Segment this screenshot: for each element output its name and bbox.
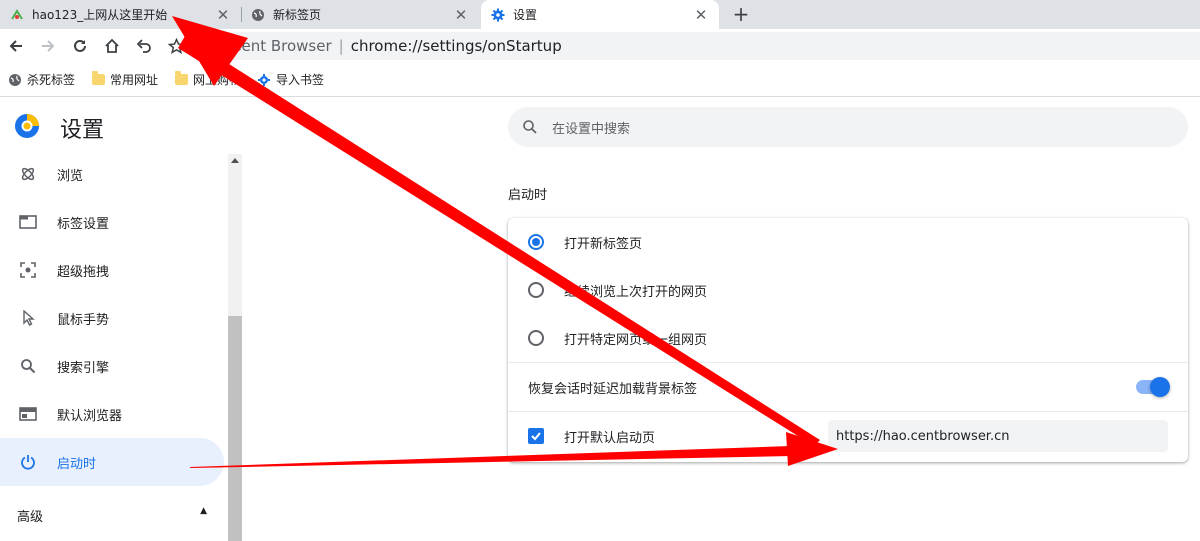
lazy-load-label: 恢复会话时延迟加载背景标签 bbox=[528, 381, 698, 397]
sidebar-item-label: 启动时 bbox=[57, 456, 97, 472]
startup-option-continue[interactable]: 继续浏览上次打开的网页 bbox=[508, 266, 1188, 314]
radio-button[interactable] bbox=[528, 330, 544, 346]
tab-strip: hao123_上网从这里开始 ✕ 新标签页 ✕ 设置 ✕ + bbox=[0, 0, 1200, 29]
site-info-icon[interactable]: i bbox=[205, 37, 223, 55]
sidebar-item-default-browser[interactable]: 默认浏览器 bbox=[0, 390, 224, 438]
bookmark-import[interactable]: 导入书签 bbox=[257, 71, 324, 88]
hao123-favicon-icon bbox=[10, 8, 24, 22]
checkmark-icon bbox=[531, 432, 541, 441]
site-name: Cent Browser bbox=[231, 37, 332, 55]
bookmark-folder-shopping[interactable]: 网上购物 bbox=[174, 71, 241, 88]
address-bar[interactable]: i Cent Browser | chrome://settings/onSta… bbox=[195, 32, 1200, 60]
new-tab-plus-icon[interactable]: + bbox=[729, 2, 753, 26]
lazy-load-row: 恢复会话时延迟加载背景标签 bbox=[508, 363, 1188, 411]
back-arrow-icon[interactable] bbox=[0, 32, 32, 60]
radio-button[interactable] bbox=[528, 282, 544, 298]
advanced-label: 高级 bbox=[17, 510, 44, 525]
toggle-knob bbox=[1150, 377, 1170, 397]
sidebar-item-mouse-gestures[interactable]: 鼠标手势 bbox=[0, 294, 224, 342]
tab-close-icon[interactable]: ✕ bbox=[693, 6, 709, 24]
globe-icon bbox=[8, 73, 22, 87]
bookmark-label: 杀死标签 bbox=[27, 73, 76, 87]
sidebar-item-super-drag[interactable]: 超级拖拽 bbox=[0, 246, 224, 294]
atom-icon bbox=[18, 164, 38, 184]
url-separator: | bbox=[338, 37, 344, 55]
sidebar-scrollbar[interactable] bbox=[228, 154, 242, 541]
bookmark-label: 常用网址 bbox=[110, 73, 159, 87]
gear-icon bbox=[491, 8, 505, 22]
search-icon bbox=[18, 356, 38, 376]
sidebar-item-label: 鼠标手势 bbox=[57, 312, 110, 328]
radio-button-selected[interactable] bbox=[528, 234, 544, 250]
sidebar-advanced-toggle[interactable]: 高级 ▲ bbox=[17, 506, 207, 525]
tab-title: 设置 bbox=[513, 8, 538, 22]
option-label: 打开新标签页 bbox=[564, 236, 643, 252]
startup-option-specific-pages[interactable]: 打开特定网页或一组网页 bbox=[508, 314, 1188, 362]
import-gear-icon bbox=[257, 73, 271, 87]
forward-arrow-icon[interactable] bbox=[32, 32, 64, 60]
option-label: 打开特定网页或一组网页 bbox=[564, 332, 708, 348]
cent-browser-logo-icon bbox=[14, 113, 40, 139]
lazy-load-toggle[interactable] bbox=[1136, 377, 1170, 397]
sidebar-item-label: 浏览 bbox=[57, 168, 84, 184]
bookmarks-bar: 杀死标签 常用网址 网上购物 导入书签 bbox=[0, 63, 1200, 97]
tab-title: 新标签页 bbox=[273, 8, 322, 22]
default-page-checkbox[interactable] bbox=[528, 428, 544, 444]
sidebar-item-label: 超级拖拽 bbox=[57, 264, 110, 280]
scrollbar-thumb[interactable] bbox=[228, 316, 242, 541]
default-page-url-input[interactable]: https://hao.centbrowser.cn bbox=[828, 420, 1168, 452]
sidebar-item-on-startup[interactable]: 启动时 bbox=[0, 438, 224, 486]
caret-up-icon: ▲ bbox=[200, 506, 207, 516]
tab-icon bbox=[18, 212, 38, 232]
tab-close-icon[interactable]: ✕ bbox=[453, 6, 469, 24]
option-label: 继续浏览上次打开的网页 bbox=[564, 284, 708, 300]
tab-title: hao123_上网从这里开始 bbox=[32, 8, 168, 22]
sidebar-item-label: 标签设置 bbox=[57, 216, 110, 232]
tab-close-icon[interactable]: ✕ bbox=[215, 6, 231, 24]
settings-search-input[interactable]: 在设置中搜索 bbox=[508, 107, 1188, 147]
folder-icon bbox=[174, 71, 188, 87]
undo-close-tab-icon[interactable] bbox=[128, 32, 160, 60]
startup-option-new-tab[interactable]: 打开新标签页 bbox=[508, 218, 1188, 266]
bookmark-star-icon[interactable] bbox=[160, 32, 192, 60]
bookmark-label: 导入书签 bbox=[276, 73, 325, 87]
default-page-row: 打开默认启动页 https://hao.centbrowser.cn bbox=[508, 412, 1188, 460]
bookmark-kill-tabs[interactable]: 杀死标签 bbox=[8, 71, 75, 88]
browser-window-icon bbox=[18, 404, 38, 424]
scroll-up-arrow-icon[interactable] bbox=[231, 158, 239, 163]
sidebar-item-search-engine[interactable]: 搜索引擎 bbox=[0, 342, 224, 390]
section-title: 启动时 bbox=[508, 188, 548, 203]
startup-settings-card: 打开新标签页 继续浏览上次打开的网页 打开特定网页或一组网页 恢复会话时延迟加载… bbox=[508, 218, 1188, 462]
tab-new-tab[interactable]: 新标签页 ✕ bbox=[241, 0, 479, 29]
folder-icon bbox=[91, 71, 105, 87]
settings-header: 设置 在设置中搜索 bbox=[0, 98, 1200, 154]
home-icon[interactable] bbox=[96, 32, 128, 60]
url-text: chrome://settings/onStartup bbox=[350, 37, 562, 55]
sidebar-item-browse[interactable]: 浏览 bbox=[0, 150, 224, 198]
drag-target-icon bbox=[18, 260, 38, 280]
bookmark-label: 网上购物 bbox=[193, 73, 242, 87]
globe-icon bbox=[251, 8, 265, 22]
default-page-label: 打开默认启动页 bbox=[564, 430, 656, 446]
search-placeholder: 在设置中搜索 bbox=[552, 121, 631, 137]
browser-toolbar: i Cent Browser | chrome://settings/onSta… bbox=[0, 29, 1200, 63]
sidebar-item-tab-settings[interactable]: 标签设置 bbox=[0, 198, 224, 246]
page-title: 设置 bbox=[60, 118, 105, 143]
power-icon bbox=[18, 452, 38, 472]
tab-hao123[interactable]: hao123_上网从这里开始 ✕ bbox=[0, 0, 241, 29]
sidebar-item-label: 默认浏览器 bbox=[57, 408, 123, 424]
search-icon bbox=[523, 120, 537, 134]
sidebar-item-label: 搜索引擎 bbox=[57, 360, 110, 376]
bookmark-folder-common[interactable]: 常用网址 bbox=[91, 71, 158, 88]
settings-sidebar: 浏览 标签设置 超级拖拽 鼠标手势 搜索引擎 默认浏览器 启动时 高级 ▲ bbox=[0, 154, 242, 541]
reload-icon[interactable] bbox=[64, 32, 96, 60]
tab-settings[interactable]: 设置 ✕ bbox=[481, 0, 719, 29]
cursor-icon bbox=[18, 308, 38, 328]
